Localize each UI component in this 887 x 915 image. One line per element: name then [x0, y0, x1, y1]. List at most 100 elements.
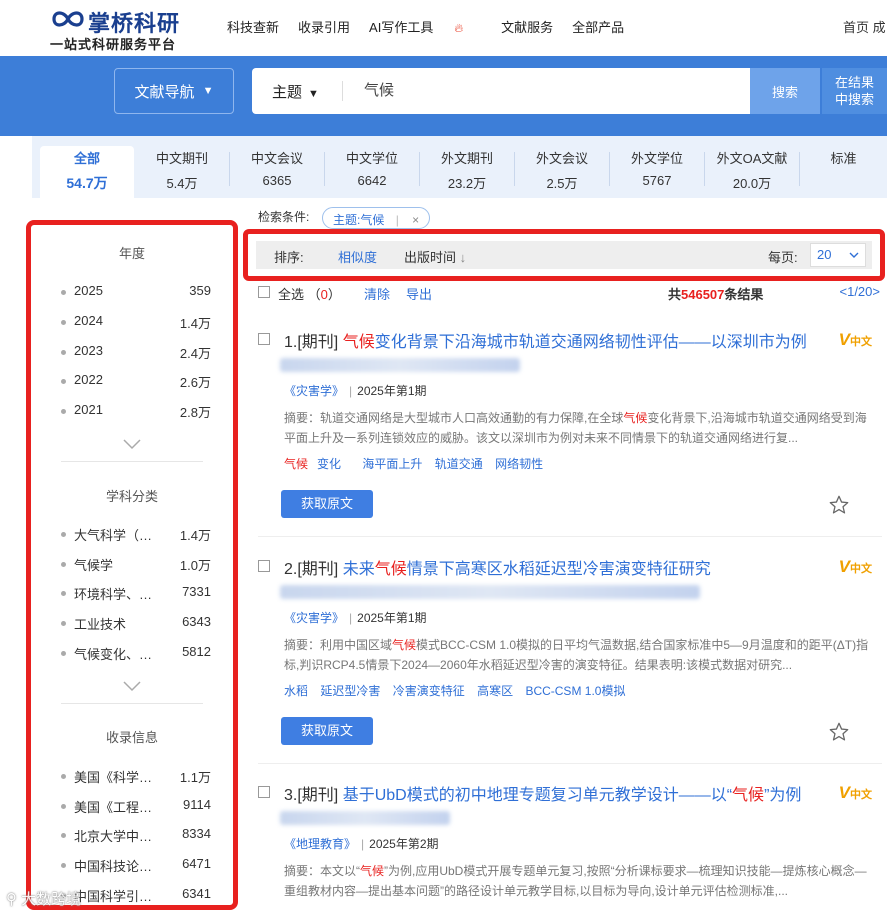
- search-input[interactable]: [364, 81, 734, 98]
- facet-item[interactable]: 工业技术 6343: [61, 614, 211, 634]
- facet-item[interactable]: 美国《工程… 9114: [61, 797, 211, 817]
- facet-item[interactable]: 2024 1.4万: [61, 313, 211, 333]
- keyword-tag[interactable]: 海平面上升: [362, 457, 422, 471]
- select-all-checkbox[interactable]: [258, 286, 270, 298]
- tab-cn-journal[interactable]: 中文期刊 5.4万: [135, 146, 229, 198]
- result-title[interactable]: 1.[期刊] 气候变化背景下沿海城市轨道交通网络韧性评估——以深圳市为例: [284, 328, 807, 352]
- tab-foreign-journal[interactable]: 外文期刊 23.2万: [420, 146, 514, 198]
- per-page-label: 每页:: [768, 250, 798, 265]
- keyword-tag[interactable]: BCC-CSM 1.0模拟: [525, 684, 625, 698]
- select-count-open: （: [307, 287, 321, 302]
- facet-item[interactable]: 美国《科学… 1.1万: [61, 767, 211, 787]
- tab-standard[interactable]: 标准: [800, 146, 887, 198]
- result-title[interactable]: 3.[期刊] 基于UbD模式的初中地理专题复习单元教学设计——以“气候”为例: [284, 781, 801, 805]
- journal-link[interactable]: 《灾害学》: [284, 611, 344, 625]
- get-fulltext-button[interactable]: 获取原文: [281, 490, 373, 518]
- v-icon: V: [838, 330, 850, 349]
- tab-foreign-thesis[interactable]: 外文学位 5767: [610, 146, 704, 198]
- star-icon[interactable]: [828, 721, 850, 743]
- result-title[interactable]: 2.[期刊] 未来气候情景下高寒区水稻延迟型冷害演变特征研究: [284, 555, 711, 579]
- tab-count: 20.0万: [732, 176, 772, 191]
- journal-link[interactable]: 《地理教育》: [284, 837, 356, 851]
- facet-item[interactable]: 气候变化、… 5812: [61, 644, 211, 664]
- facet-count: 2.8万: [179, 405, 211, 420]
- source-tabs: 全部 54.7万 中文期刊 5.4万 中文会议 6365 中文学位 6642 外文期刊 2…: [32, 136, 887, 198]
- tab-cn-thesis[interactable]: 中文学位 6642: [325, 146, 419, 198]
- result-checkbox[interactable]: [258, 333, 270, 345]
- tab-cn-conference[interactable]: 中文会议 6365: [230, 146, 324, 198]
- brand-tagline: 一站式科研服务平台: [50, 37, 177, 52]
- condition-chip-label: 主题:气候: [333, 213, 385, 227]
- facet-count: 6341: [182, 886, 211, 901]
- facet-item[interactable]: 2022 2.6万: [61, 372, 211, 392]
- search-field-select[interactable]: 主题 ▼: [272, 81, 319, 102]
- bullet: [61, 320, 66, 325]
- facet-item[interactable]: 2021 2.8万: [61, 402, 211, 422]
- tab-count: 5767: [642, 173, 672, 188]
- keyword-tag[interactable]: 水稻: [284, 684, 308, 698]
- close-icon[interactable]: ×: [412, 213, 419, 227]
- facet-item[interactable]: 2025 359: [61, 283, 211, 303]
- nav-ai-writing-label: AI写作工具: [369, 20, 434, 35]
- keyword-tag[interactable]: 气候 变化: [284, 457, 350, 471]
- keyword-tag[interactable]: 延迟型冷害: [320, 684, 380, 698]
- result-keywords: 水稻 延迟型冷害 冷害演变特征 高寒区 BCC-CSM 1.0模拟: [284, 682, 634, 699]
- tab-label: 外文OA文献: [716, 151, 788, 166]
- keyword-tag[interactable]: 网络韧性: [495, 457, 543, 471]
- chevron-down-icon[interactable]: [121, 679, 143, 693]
- nav-all-products[interactable]: 全部产品: [572, 17, 624, 36]
- get-fulltext-button[interactable]: 获取原文: [281, 717, 373, 745]
- export-button[interactable]: 导出: [406, 284, 432, 303]
- sort-pubtime[interactable]: 出版时间 ↓: [404, 247, 466, 266]
- keyword-tag[interactable]: 轨道交通: [435, 457, 483, 471]
- search-button[interactable]: 搜索: [750, 68, 820, 114]
- search-field-label: 主题: [272, 84, 303, 101]
- select-all-label: 全选 （0）: [278, 284, 341, 303]
- facet-item[interactable]: 2023 2.4万: [61, 343, 211, 363]
- facet-subject-title: 学科分类: [105, 489, 158, 504]
- sort-bar-highlight: 排序: 相似度 出版时间 ↓ 每页: 20: [243, 229, 885, 281]
- tab-foreign-conference[interactable]: 外文会议 2.5万: [515, 146, 609, 198]
- tab-foreign-oa[interactable]: 外文OA文献 20.0万: [705, 146, 799, 198]
- facet-name: 气候变化、…: [74, 647, 153, 662]
- selection-row: 全选 （0） 清除 导出 共546507条结果 <1/20>: [258, 284, 880, 302]
- nav-literature-service[interactable]: 文献服务: [501, 17, 553, 36]
- pagination[interactable]: <1/20>: [840, 284, 881, 299]
- tab-label: 外文学位: [630, 151, 683, 166]
- nav-tech-check[interactable]: 科技查新: [227, 17, 279, 36]
- title-pre: 基于UbD模式的初中地理专题复习单元教学设计——以“: [342, 787, 733, 804]
- chinese-badge: V中文: [839, 330, 872, 350]
- arrow-down-icon: ↓: [459, 250, 467, 265]
- facet-item[interactable]: 大气科学（… 1.4万: [61, 525, 211, 545]
- nav-ai-writing[interactable]: AI写作工具 🔥︎: [369, 17, 482, 36]
- search-in-results-line2: 中搜索: [834, 92, 874, 107]
- search-in-results-button[interactable]: 在结果 中搜索: [822, 68, 887, 114]
- chevron-down-icon[interactable]: [121, 437, 143, 451]
- bullet: [61, 562, 66, 567]
- star-icon[interactable]: [828, 494, 850, 516]
- facet-name: 中国科学引…: [74, 889, 153, 904]
- result-checkbox[interactable]: [258, 786, 270, 798]
- chinese-badge: V中文: [839, 557, 872, 577]
- title-pre: 未来: [342, 561, 375, 578]
- facet-name: 2022: [74, 372, 103, 387]
- journal-link[interactable]: 《灾害学》: [284, 384, 344, 398]
- sort-relevance[interactable]: 相似度: [338, 247, 377, 266]
- abstract-highlight: 气候: [360, 864, 385, 878]
- keyword-tag[interactable]: 高寒区: [477, 684, 513, 698]
- clear-button[interactable]: 清除: [364, 284, 390, 303]
- result-checkbox[interactable]: [258, 560, 270, 572]
- facet-item[interactable]: 气候学 1.0万: [61, 555, 211, 575]
- sort-bar: 排序: 相似度 出版时间 ↓ 每页: 20: [256, 241, 872, 269]
- literature-nav-button[interactable]: 文献导航 ▼: [114, 68, 234, 114]
- facet-item[interactable]: 中国科技论… 6471: [61, 856, 211, 876]
- facet-item[interactable]: 北京大学中… 8334: [61, 826, 211, 846]
- facet-item[interactable]: 中国科学引… 6341: [61, 886, 211, 905]
- per-page-select[interactable]: 20: [810, 243, 866, 267]
- keyword-tag[interactable]: 冷害演变特征: [393, 684, 465, 698]
- tab-all[interactable]: 全部 54.7万: [40, 146, 134, 198]
- nav-home[interactable]: 首页 成: [843, 17, 886, 36]
- nav-citation[interactable]: 收录引用: [298, 17, 350, 36]
- facet-item[interactable]: 环境科学、… 7331: [61, 584, 211, 604]
- divider: [61, 703, 203, 704]
